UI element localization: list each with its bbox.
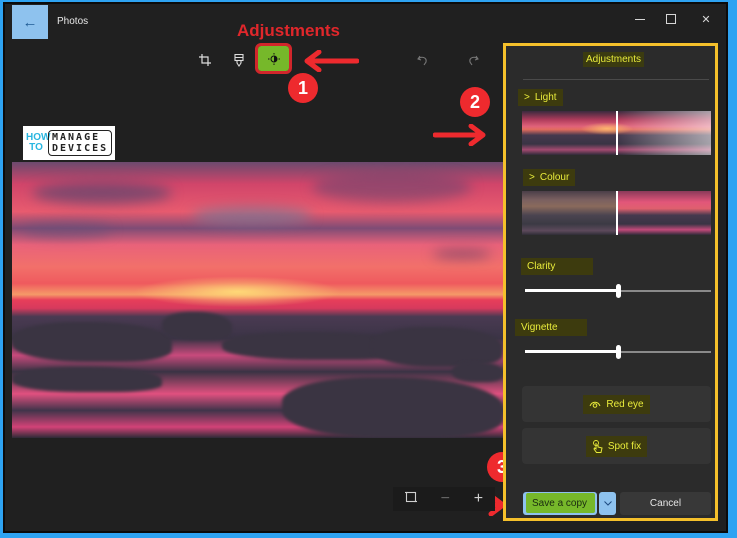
spot-fix-button[interactable]: Spot fix (522, 428, 711, 464)
red-eye-button[interactable]: Red eye (522, 386, 711, 422)
clarity-slider[interactable] (525, 284, 711, 298)
crop-icon (199, 54, 211, 66)
crop-button[interactable] (193, 48, 217, 72)
zoom-controls: − + (393, 487, 495, 511)
markup-button[interactable] (227, 48, 251, 72)
maximize-button[interactable] (656, 8, 686, 30)
app-title: Photos (57, 16, 89, 27)
photo-canvas[interactable] (12, 162, 503, 438)
title-bar: ← Photos ✕ (5, 4, 726, 39)
maximize-icon (666, 14, 676, 24)
clarity-label: Clarity (521, 258, 593, 275)
annotation-badge-1: 1 (288, 73, 318, 103)
light-section-toggle[interactable]: > Light (518, 89, 563, 106)
minimize-icon (635, 18, 645, 20)
panel-title: Adjustments (583, 52, 645, 67)
fit-screen-icon[interactable] (404, 490, 417, 508)
save-a-copy-button[interactable]: Save a copy (523, 492, 597, 515)
redo-icon (469, 55, 479, 66)
vignette-slider[interactable] (525, 345, 711, 359)
zoom-out-button[interactable]: − (441, 490, 450, 508)
save-options-dropdown[interactable] (599, 492, 616, 515)
touch-icon (592, 439, 603, 453)
minimize-button[interactable] (625, 8, 655, 30)
annotation-arrow-1 (304, 50, 359, 72)
colour-section-toggle[interactable]: > Colour (523, 169, 576, 186)
close-icon: ✕ (701, 13, 711, 26)
photos-window: ← Photos ✕ Adjustments 1 2 3 HOW TO MANA… (5, 4, 726, 531)
cancel-button[interactable]: Cancel (620, 492, 711, 515)
light-preview-handle[interactable] (616, 111, 618, 155)
chevron-right-icon: > (529, 172, 535, 183)
vignette-label: Vignette (515, 319, 587, 336)
brightness-icon (267, 52, 280, 65)
zoom-in-button[interactable]: + (474, 490, 483, 508)
eye-icon (589, 401, 601, 408)
vignette-slider-thumb[interactable] (616, 345, 621, 359)
redo-button[interactable] (461, 48, 485, 72)
adjustments-panel: Adjustments > Light > Colour Clarity Vigne… (503, 43, 718, 521)
chevron-right-icon: > (524, 92, 530, 103)
clarity-slider-thumb[interactable] (616, 284, 621, 298)
undo-button[interactable] (411, 48, 435, 72)
chevron-down-icon (603, 501, 612, 506)
undo-icon (417, 55, 427, 66)
colour-preview-strip[interactable] (522, 191, 711, 235)
adjustments-button[interactable] (255, 43, 292, 74)
close-button[interactable]: ✕ (691, 8, 721, 30)
annotation-badge-2: 2 (460, 87, 490, 117)
panel-divider (523, 79, 709, 80)
arrow-left-icon: ← (22, 13, 38, 31)
how-to-manage-devices-logo: HOW TO MANAGE DEVICES (23, 126, 115, 160)
annotation-arrow-2 (433, 124, 486, 146)
colour-preview-handle[interactable] (616, 191, 618, 235)
annotation-title: Adjustments (237, 21, 340, 40)
back-button[interactable]: ← (12, 5, 48, 39)
markup-icon (234, 53, 244, 67)
light-preview-strip[interactable] (522, 111, 711, 155)
